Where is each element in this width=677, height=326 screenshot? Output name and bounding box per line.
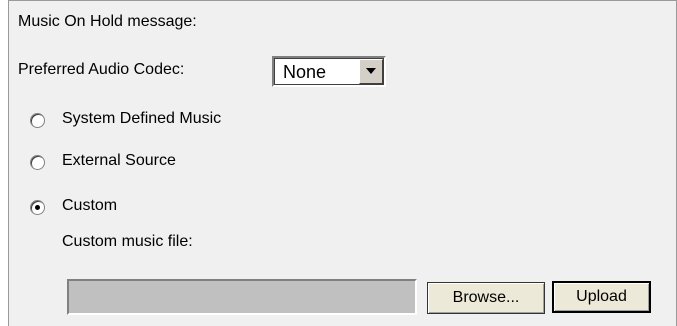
radio-system-defined-music[interactable] <box>30 113 45 128</box>
radio-custom[interactable] <box>30 200 45 215</box>
custom-file-path-input[interactable] <box>67 279 417 315</box>
dropdown-button[interactable] <box>359 59 383 84</box>
radio-external-source[interactable] <box>30 155 45 170</box>
upload-button[interactable]: Upload <box>552 281 651 313</box>
browse-button[interactable]: Browse... <box>427 282 545 314</box>
custom-file-label: Custom music file: <box>62 233 193 250</box>
codec-select-value: None <box>283 62 327 82</box>
section-title: Music On Hold message: <box>18 13 197 30</box>
chevron-down-icon <box>366 68 376 74</box>
codec-label: Preferred Audio Codec: <box>18 61 185 78</box>
option-label: System Defined Music <box>62 110 222 127</box>
music-on-hold-panel: Music On Hold message: Preferred Audio C… <box>8 0 677 326</box>
radio-selected-dot <box>35 205 40 210</box>
codec-select[interactable]: None <box>272 56 386 87</box>
option-label: External Source <box>62 152 176 169</box>
option-label: Custom <box>62 197 118 214</box>
